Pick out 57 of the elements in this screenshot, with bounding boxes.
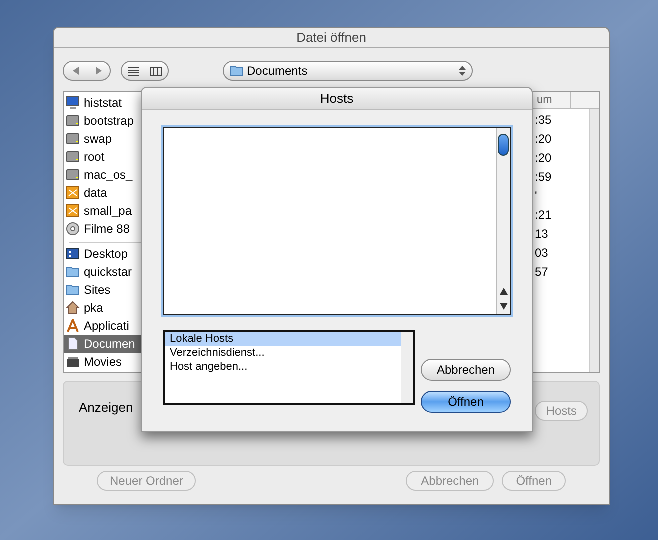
sidebar-item[interactable]: small_pa — [64, 202, 142, 220]
sidebar-item[interactable]: quickstar — [64, 263, 142, 281]
sidebar-item[interactable]: bootstrap — [64, 112, 142, 130]
date-cell-text: ' — [535, 188, 538, 205]
source-item[interactable]: Lokale Hosts — [165, 332, 401, 346]
drive-icon — [66, 150, 80, 164]
source-item[interactable]: Verzeichnisdienst... — [165, 346, 401, 360]
sidebar-item[interactable]: Sites — [64, 281, 142, 299]
film-icon — [66, 355, 80, 369]
sidebar-item[interactable]: Applicati — [64, 317, 142, 335]
scrollbar[interactable] — [496, 128, 510, 314]
sidebar-item[interactable]: root — [64, 148, 142, 166]
cancel-button[interactable]: Abbrechen — [421, 359, 511, 381]
sidebar-item[interactable]: swap — [64, 130, 142, 148]
sidebar-item[interactable]: Documen — [64, 335, 142, 353]
document-icon — [66, 337, 80, 351]
date-cell-text: 13 — [535, 226, 550, 243]
sidebar-item[interactable]: Filme 88 — [64, 220, 142, 238]
monitor-icon — [66, 96, 80, 110]
date-cell-text: :35 — [535, 112, 552, 129]
sidebar-item[interactable]: data — [64, 184, 142, 202]
date-cell-text: :59 — [535, 169, 552, 186]
drive-icon — [66, 168, 80, 182]
house-icon — [66, 301, 80, 315]
sidebar-item[interactable]: Desktop — [64, 245, 142, 263]
scroll-thumb[interactable] — [498, 134, 509, 156]
drive-icon — [66, 114, 80, 128]
scrollbar[interactable] — [401, 332, 413, 403]
folder-icon — [66, 283, 80, 297]
location-popup[interactable]: Documents — [223, 61, 473, 81]
folder-icon — [66, 265, 80, 279]
sidebar-item[interactable]: mac_os_ — [64, 166, 142, 184]
date-cell-text: :20 — [535, 131, 552, 148]
drive-icon — [66, 132, 80, 146]
open-button[interactable]: Öffnen — [421, 391, 511, 413]
scroll-up-icon[interactable] — [500, 288, 508, 295]
date-cell-text: :21 — [535, 207, 552, 224]
sidebar-item[interactable]: pka — [64, 299, 142, 317]
date-cell-text: 57 — [535, 264, 550, 281]
forward-icon[interactable] — [94, 67, 102, 75]
folder-icon — [230, 64, 244, 78]
sidebar-item[interactable]: histstat — [64, 94, 142, 112]
source-item[interactable]: Host angeben... — [165, 360, 401, 374]
list-view-icon[interactable] — [128, 66, 139, 76]
scroll-down-icon[interactable] — [500, 303, 508, 310]
dialog-title: Hosts — [320, 90, 354, 108]
date-cell-text: :20 — [535, 150, 552, 167]
back-icon[interactable] — [72, 67, 80, 75]
date-cell-text: 03 — [535, 245, 550, 262]
window-title: Datei öffnen — [296, 28, 366, 47]
updown-arrows-icon — [459, 65, 466, 77]
show-label: Anzeigen — [79, 399, 134, 417]
column-view-icon[interactable] — [150, 66, 162, 76]
scrollbar[interactable] — [589, 109, 599, 372]
sidebar-item[interactable]: Movies — [64, 353, 142, 371]
view-buttons[interactable] — [121, 61, 169, 81]
back-forward-buttons[interactable] — [63, 61, 111, 81]
